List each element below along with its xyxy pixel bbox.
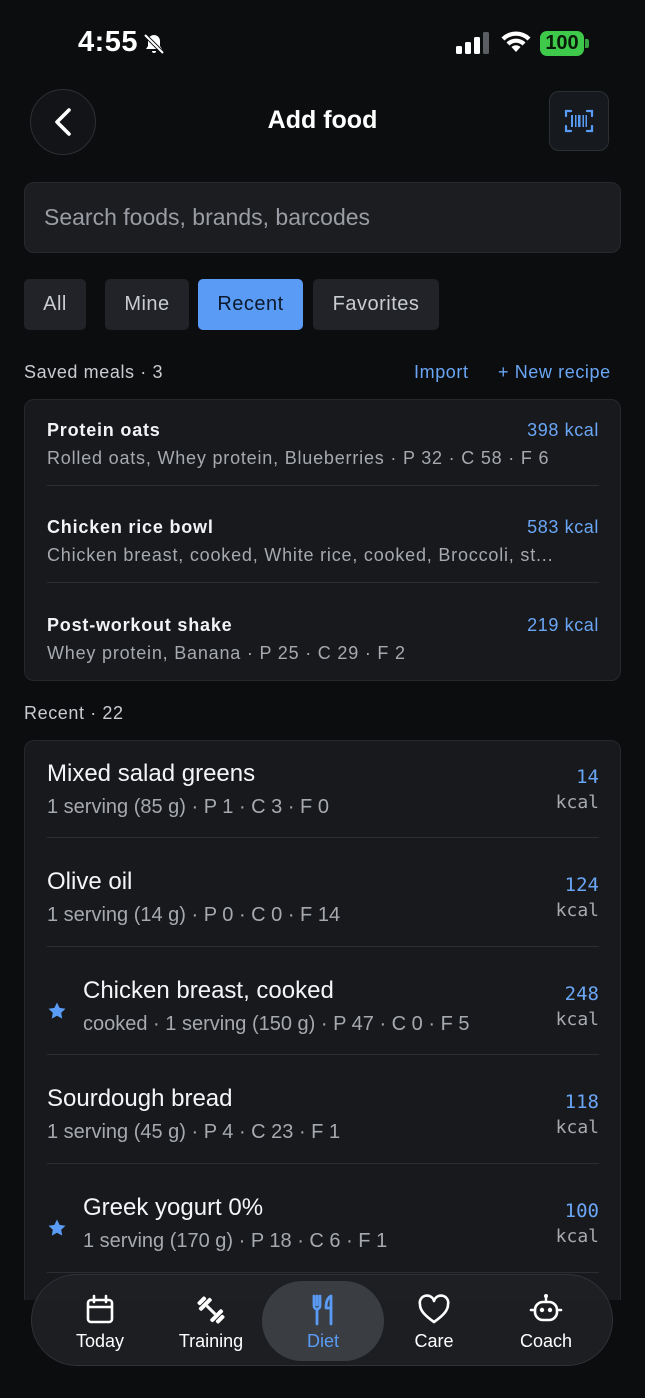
meal-desc: Rolled oats, Whey protein, Blueberries ·…: [47, 448, 550, 468]
saved-meal-item[interactable]: Protein oats 398 kcal Rolled oats, Whey …: [47, 420, 599, 476]
barcode-scan-button[interactable]: [549, 91, 609, 151]
robot-icon: [529, 1294, 563, 1322]
tab-label: Care: [414, 1331, 454, 1351]
food-item[interactable]: Sourdough bread 1 serving (45 g) · P 4 ·…: [47, 1085, 599, 1147]
food-name: Sourdough bread: [47, 1085, 233, 1112]
food-desc: 1 serving (45 g) · P 4 · C 23 · F 1: [47, 1121, 341, 1143]
divider: [47, 485, 599, 486]
dumbbell-icon: [197, 1296, 225, 1324]
food-kcal-unit: kcal: [555, 1117, 599, 1138]
import-link[interactable]: Import: [414, 362, 469, 383]
food-desc: 1 serving (170 g) · P 18 · C 6 · F 1: [83, 1230, 388, 1252]
favorite-star-icon[interactable]: [47, 1001, 67, 1021]
saved-meal-item[interactable]: Post-workout shake 219 kcal Whey protein…: [47, 615, 599, 671]
tab-today[interactable]: Today: [45, 1275, 155, 1367]
meal-desc: Chicken breast, cooked, White rice, cook…: [47, 545, 554, 565]
status-time: 4:55: [78, 26, 139, 58]
divider: [47, 1272, 599, 1273]
tab-label: Today: [75, 1331, 125, 1351]
food-name: Mixed salad greens: [47, 760, 256, 787]
tab-label: Training: [178, 1331, 244, 1351]
tab-diet[interactable]: Diet: [268, 1275, 378, 1367]
food-item[interactable]: Chicken breast, cooked cooked · 1 servin…: [47, 977, 599, 1039]
filter-chip-recent[interactable]: Recent: [198, 279, 303, 330]
divider: [47, 1054, 599, 1055]
bell-muted-icon: [143, 33, 165, 55]
tab-coach[interactable]: Coach: [491, 1275, 601, 1367]
food-item[interactable]: Olive oil 1 serving (14 g) · P 0 · C 0 ·…: [47, 868, 599, 930]
fork-knife-icon: [312, 1294, 333, 1326]
food-kcal: 100: [564, 1200, 599, 1222]
food-kcal-unit: kcal: [555, 792, 599, 813]
food-name: Olive oil: [47, 868, 133, 895]
recent-label: Recent · 22: [24, 703, 124, 723]
meal-kcal: 219 kcal: [527, 615, 599, 635]
food-kcal-unit: kcal: [555, 900, 599, 921]
meal-name: Post-workout shake: [47, 615, 233, 635]
favorite-star-icon[interactable]: [47, 1218, 67, 1238]
food-item[interactable]: Greek yogurt 0% 1 serving (170 g) · P 18…: [47, 1194, 599, 1256]
bottom-tab-bar: Today Training Diet Care Coach: [31, 1274, 613, 1366]
tab-label: Diet: [306, 1331, 339, 1351]
heart-icon: [418, 1294, 450, 1324]
food-kcal: 248: [564, 983, 599, 1005]
food-name: Chicken breast, cooked: [83, 977, 334, 1004]
food-item[interactable]: Mixed salad greens 1 serving (85 g) · P …: [47, 760, 599, 822]
food-kcal-unit: kcal: [555, 1009, 599, 1030]
saved-meals-card: Protein oats 398 kcal Rolled oats, Whey …: [24, 399, 621, 681]
food-kcal: 118: [564, 1091, 599, 1113]
tab-training[interactable]: Training: [156, 1275, 266, 1367]
battery-indicator: 100: [540, 31, 584, 56]
saved-meal-item[interactable]: Chicken rice bowl 583 kcal Chicken breas…: [47, 517, 599, 573]
food-kcal: 124: [564, 874, 599, 896]
status-bar: 4:55 100: [0, 0, 645, 80]
divider: [47, 1163, 599, 1164]
food-desc: 1 serving (85 g) · P 1 · C 3 · F 0: [47, 796, 329, 818]
food-kcal: 14: [576, 766, 599, 788]
saved-meals-label: Saved meals · 3: [24, 362, 164, 382]
meal-desc: Whey protein, Banana · P 25 · C 29 · F 2: [47, 643, 406, 663]
new-recipe-link[interactable]: + New recipe: [498, 362, 611, 383]
calendar-icon: [86, 1294, 114, 1324]
meal-kcal: 398 kcal: [527, 420, 599, 440]
meal-name: Chicken rice bowl: [47, 517, 214, 537]
divider: [47, 582, 599, 583]
tab-label: Coach: [519, 1331, 573, 1351]
food-desc: 1 serving (14 g) · P 0 · C 0 · F 14: [47, 904, 341, 926]
food-desc: cooked · 1 serving (150 g) · P 47 · C 0 …: [83, 1013, 470, 1035]
filter-chip-all[interactable]: All: [24, 279, 86, 330]
barcode-scan-icon: [564, 109, 594, 133]
meal-name: Protein oats: [47, 420, 161, 440]
food-name: Greek yogurt 0%: [83, 1194, 264, 1221]
wifi-icon: [501, 31, 531, 52]
search-box[interactable]: [24, 182, 621, 253]
search-input[interactable]: [25, 183, 620, 252]
divider: [47, 946, 599, 947]
divider: [47, 837, 599, 838]
filter-chip-favorites[interactable]: Favorites: [313, 279, 439, 330]
cellular-signal-icon: [456, 32, 489, 54]
recent-foods-card: Mixed salad greens 1 serving (85 g) · P …: [24, 740, 621, 1300]
tab-care[interactable]: Care: [379, 1275, 489, 1367]
meal-kcal: 583 kcal: [527, 517, 599, 537]
filter-chip-mine[interactable]: Mine: [105, 279, 189, 330]
battery-tip: [585, 39, 589, 48]
food-kcal-unit: kcal: [555, 1226, 599, 1247]
